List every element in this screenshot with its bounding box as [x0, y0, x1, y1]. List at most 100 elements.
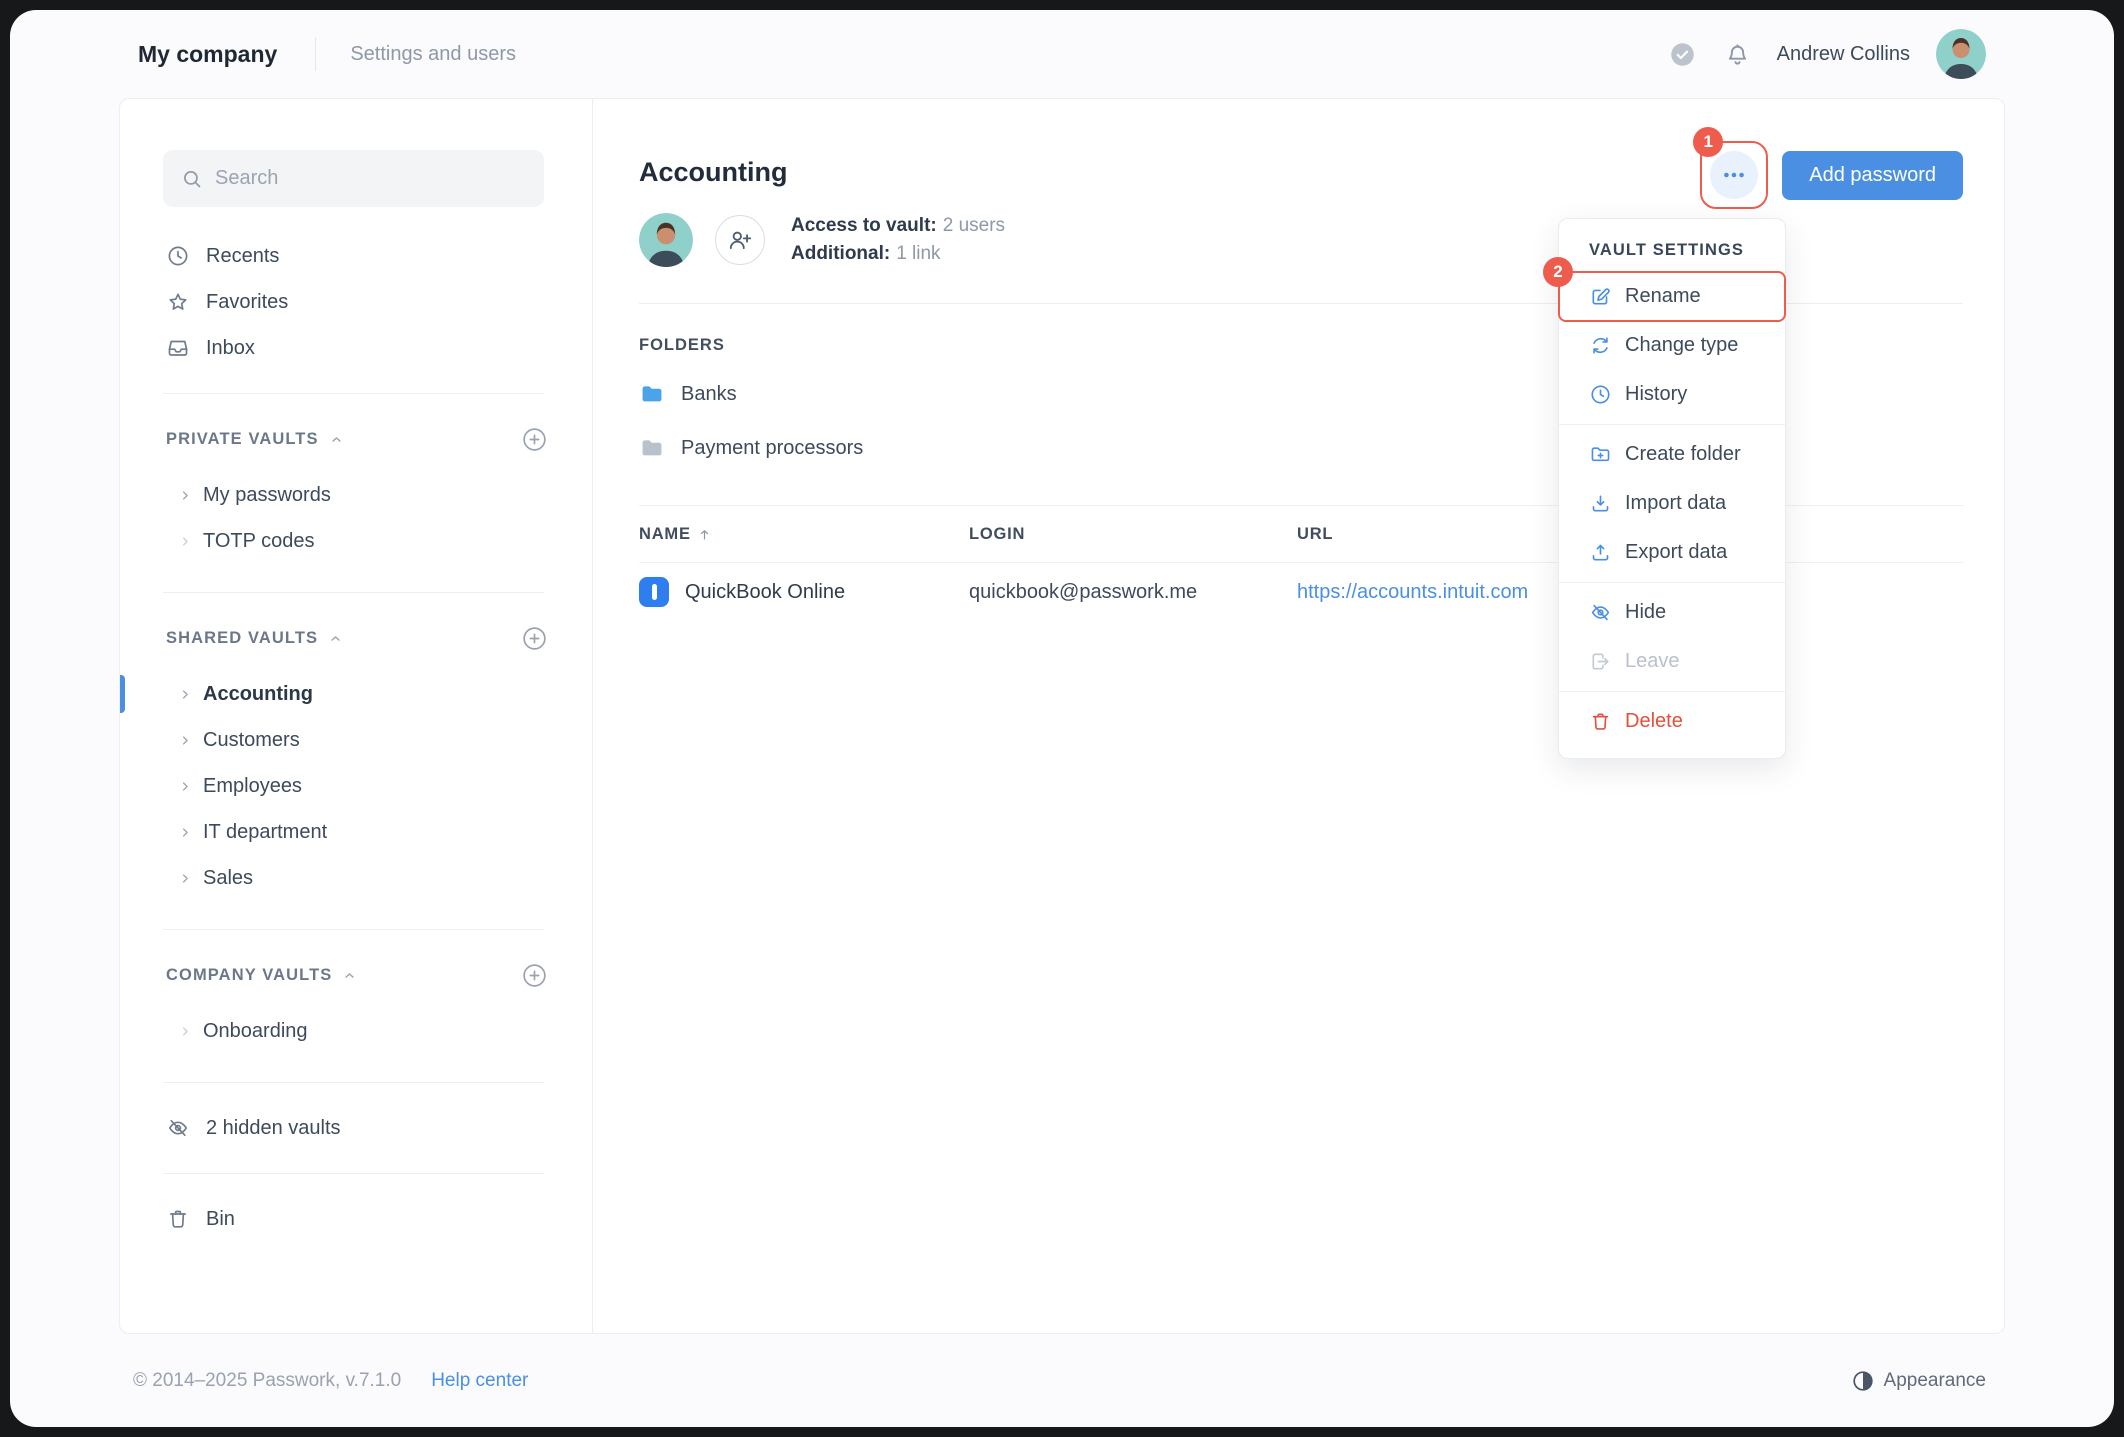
chevron-right-icon: [178, 825, 193, 840]
sidebar-item-my-passwords[interactable]: My passwords: [120, 472, 592, 518]
menu-item-delete[interactable]: Delete: [1559, 697, 1785, 746]
private-vaults-header: PRIVATE VAULTS: [120, 416, 592, 462]
export-data-icon: [1592, 544, 1609, 561]
search-icon: [184, 170, 201, 187]
annotation-step-1-badge: 1: [1693, 127, 1724, 157]
menu-item-leave[interactable]: Leave: [1559, 637, 1785, 686]
menu-divider: [1559, 582, 1785, 583]
sidebar-item-label: Favorites: [206, 290, 289, 313]
vault-label: TOTP codes: [203, 529, 315, 552]
notifications-bell-icon[interactable]: [1724, 41, 1751, 68]
folder-name: Payment processors: [681, 436, 864, 459]
password-name: QuickBook Online: [685, 580, 846, 603]
section-title: SHARED VAULTS: [166, 628, 319, 647]
vault-label: Sales: [203, 866, 254, 889]
top-bar-right: Andrew Collins: [1641, 29, 1986, 79]
user-avatar[interactable]: [1936, 29, 1986, 79]
column-header-label: NAME: [639, 524, 691, 543]
change-type-icon: [1593, 337, 1608, 354]
create-folder-icon: [1591, 447, 1610, 462]
chevron-right-icon: [178, 733, 193, 748]
hide-icon: [1591, 604, 1610, 621]
company-name: My company: [138, 40, 278, 67]
chevron-right-icon: [178, 488, 193, 503]
access-value: 2 users: [942, 215, 1006, 236]
header-divider: [315, 37, 317, 71]
folder-icon: [642, 386, 662, 402]
sidebar-item-employees[interactable]: Employees: [120, 763, 592, 809]
chevron-up-icon[interactable]: [342, 968, 357, 983]
vault-member-avatar[interactable]: [639, 213, 693, 267]
menu-item-import-data[interactable]: Import data: [1559, 479, 1785, 528]
clock-icon: [168, 246, 188, 266]
add-private-vault-icon[interactable]: [521, 426, 548, 453]
sidebar-item-sales[interactable]: Sales: [120, 855, 592, 901]
leave-icon: [1592, 653, 1609, 670]
menu-item-label: Hide: [1625, 601, 1667, 623]
sidebar-item-label: Inbox: [206, 336, 255, 359]
column-header-login[interactable]: LOGIN: [969, 525, 1297, 544]
annotation-step-2-badge: 2: [1543, 257, 1573, 287]
star-icon: [169, 293, 187, 310]
menu-item-label: Change type: [1625, 334, 1739, 356]
private-vaults-list: My passwords TOTP codes: [120, 462, 592, 570]
chevron-up-icon[interactable]: [328, 631, 343, 646]
chevron-right-icon: [178, 779, 193, 794]
vault-label: IT department: [203, 820, 328, 843]
folder-name: Banks: [681, 382, 737, 405]
sidebar-item-bin[interactable]: Bin: [120, 1196, 592, 1242]
chevron-right-icon: [178, 1024, 193, 1039]
sidebar-item-hidden-vaults[interactable]: 2 hidden vaults: [120, 1105, 592, 1151]
menu-item-history[interactable]: History: [1559, 370, 1785, 419]
menu-divider: [1559, 424, 1785, 425]
shared-vaults-list: Accounting Customers Employees IT depart…: [120, 661, 592, 907]
menu-item-rename[interactable]: 2 Rename: [1543, 257, 1786, 322]
menu-item-create-folder[interactable]: Create folder: [1559, 430, 1785, 479]
annotation-outline-step1: 1: [1693, 127, 1769, 209]
user-name[interactable]: Andrew Collins: [1777, 43, 1910, 66]
menu-item-label: Leave: [1625, 650, 1680, 672]
vault-label: My passwords: [203, 483, 331, 506]
trash-icon: [169, 1210, 187, 1228]
additional-label: Additional:: [791, 243, 891, 264]
sidebar-item-customers[interactable]: Customers: [120, 717, 592, 763]
column-header-name[interactable]: NAME: [639, 525, 969, 544]
sidebar-item-totp-codes[interactable]: TOTP codes: [120, 518, 592, 564]
add-shared-vault-icon[interactable]: [521, 625, 548, 652]
copyright-text: © 2014–2025 Passwork, v.7.1.0: [133, 1369, 402, 1391]
person-add-icon: [729, 231, 752, 250]
add-password-button[interactable]: Add password: [1782, 151, 1963, 200]
column-header-label: URL: [1297, 524, 1334, 543]
sidebar-item-accounting[interactable]: Accounting: [120, 671, 592, 717]
chevron-right-icon: [178, 871, 193, 886]
section-title: COMPANY VAULTS: [166, 965, 333, 984]
menu-item-export-data[interactable]: Export data: [1559, 528, 1785, 577]
sidebar-item-recents[interactable]: Recents: [120, 233, 592, 279]
search-box[interactable]: [163, 150, 544, 207]
chevron-up-icon[interactable]: [329, 432, 344, 447]
add-user-button[interactable]: [715, 215, 765, 265]
sidebar-item-onboarding[interactable]: Onboarding: [120, 1008, 592, 1054]
search-input[interactable]: [215, 167, 526, 190]
sidebar-item-it-department[interactable]: IT department: [120, 809, 592, 855]
footer: © 2014–2025 Passwork, v.7.1.0 Help cente…: [10, 1334, 2114, 1427]
menu-item-change-type[interactable]: Change type: [1559, 321, 1785, 370]
sidebar-item-favorites[interactable]: Favorites: [120, 279, 592, 325]
app-window: My company Settings and users Andrew Col…: [10, 10, 2114, 1427]
vault-label: Accounting: [203, 682, 313, 705]
sidebar-item-inbox[interactable]: Inbox: [120, 325, 592, 371]
appearance-toggle[interactable]: Appearance: [1851, 1369, 1986, 1393]
company-vaults-list: Onboarding: [120, 998, 592, 1060]
status-check-icon[interactable]: [1669, 41, 1696, 68]
menu-divider: [1559, 691, 1785, 692]
delete-icon: [1592, 713, 1609, 730]
help-center-link[interactable]: Help center: [431, 1370, 528, 1392]
menu-item-label: Delete: [1625, 710, 1683, 732]
column-header-label: LOGIN: [969, 524, 1026, 543]
menu-item-hide[interactable]: Hide: [1559, 588, 1785, 637]
folder-icon: [642, 440, 662, 456]
add-company-vault-icon[interactable]: [521, 962, 548, 989]
ellipsis-icon: [1724, 172, 1745, 178]
vault-settings-ellipsis-button[interactable]: [1710, 151, 1759, 199]
vault-access-info: Access to vault: 2 users Additional: 1 lin…: [791, 212, 1005, 268]
